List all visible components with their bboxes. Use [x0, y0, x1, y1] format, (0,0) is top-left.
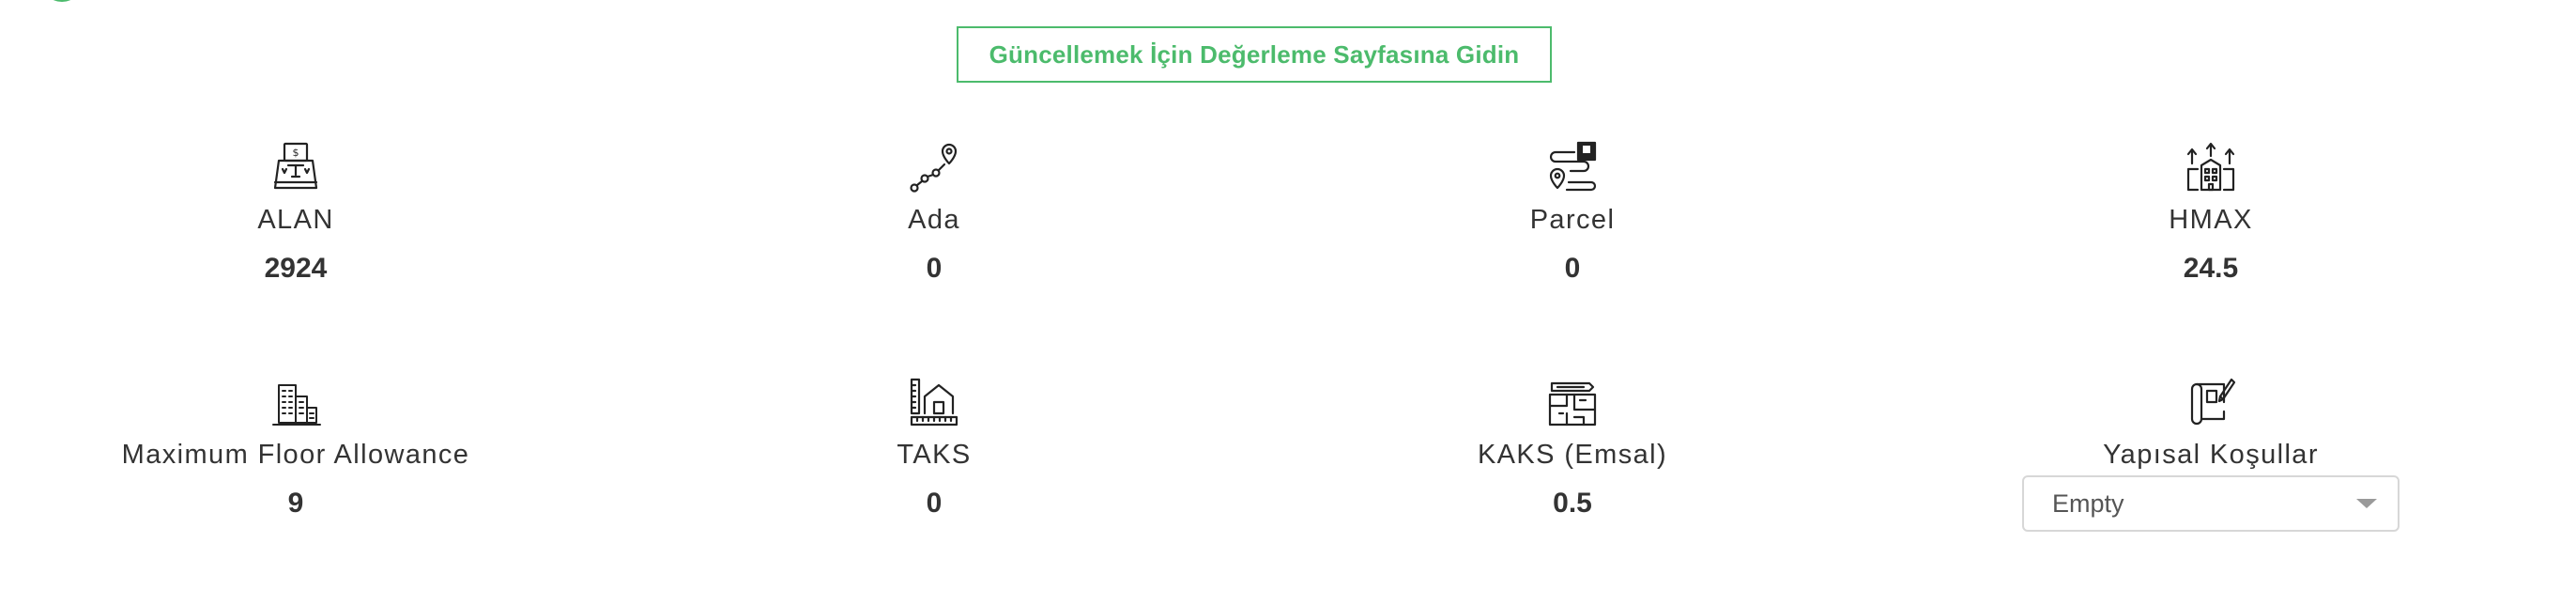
metric-label: ALAN — [257, 205, 334, 235]
metric-hmax: HMAX 24.5 — [1967, 141, 2455, 286]
metric-max-floor: Maximum Floor Allowance 9 — [52, 376, 540, 520]
metric-value: 0 — [1564, 253, 1581, 284]
metric-label: Maximum Floor Allowance — [121, 440, 470, 470]
metric-label: Parcel — [1529, 205, 1616, 235]
metric-alan: $ ALAN 2924 — [52, 141, 540, 286]
chevron-down-icon — [2356, 499, 2377, 508]
metric-value: 0.5 — [1553, 488, 1592, 519]
metric-value: 9 — [287, 488, 304, 519]
yapisal-kosullar-select[interactable]: Empty — [2022, 475, 2400, 532]
metric-label: KAKS (Emsal) — [1477, 440, 1668, 470]
go-to-valuation-page-button[interactable]: Güncellemek İçin Değerleme Sayfasına Gid… — [957, 26, 1552, 83]
metric-ada: Ada 0 — [690, 141, 1178, 286]
metric-parcel: Parcel 0 — [1328, 141, 1817, 286]
select-selected-value: Empty — [2052, 489, 2124, 518]
metric-kaks: KAKS (Emsal) 0.5 — [1328, 376, 1817, 520]
building-height-icon — [2185, 141, 2237, 194]
blueprint-icon — [2185, 376, 2237, 428]
metric-label: TAKS — [897, 440, 972, 470]
metric-yapisal-kosullar: Yapısal Koşullar Empty — [1967, 376, 2455, 532]
floor-plan-icon — [1546, 376, 1599, 428]
metric-value: 0 — [926, 253, 943, 284]
city-buildings-icon — [269, 376, 322, 428]
metric-value: 0 — [926, 488, 943, 519]
corner-logo-mark — [41, 0, 83, 2]
map-route-icon — [1546, 141, 1599, 194]
metric-taks: TAKS 0 — [690, 376, 1178, 520]
metric-label: HMAX — [2169, 205, 2253, 235]
metric-label: Yapısal Koşullar — [2103, 440, 2319, 470]
route-pin-icon — [908, 141, 960, 194]
metric-value: 2924 — [264, 253, 328, 284]
cash-register-icon: $ — [269, 141, 322, 194]
house-measure-icon — [908, 376, 960, 428]
metric-value: 24.5 — [2183, 253, 2239, 284]
metric-label: Ada — [908, 205, 960, 235]
svg-text:$: $ — [293, 147, 299, 159]
